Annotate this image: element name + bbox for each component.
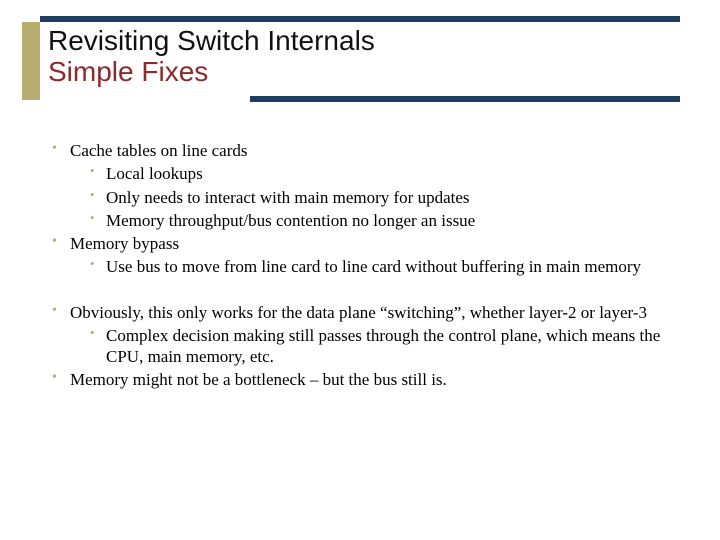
title-rule-bottom bbox=[250, 96, 680, 102]
bullet-text: Only needs to interact with main memory … bbox=[106, 188, 470, 207]
section-gap bbox=[52, 280, 692, 302]
title-line-1: Revisiting Switch Internals bbox=[48, 26, 688, 57]
bullet-text: Memory throughput/bus contention no long… bbox=[106, 211, 475, 230]
bullet-text: Memory bypass bbox=[70, 234, 179, 253]
bullet-text: Memory might not be a bottleneck – but t… bbox=[70, 370, 447, 389]
bullet-text: Obviously, this only works for the data … bbox=[70, 303, 647, 322]
title-line-2: Simple Fixes bbox=[48, 57, 688, 88]
sub-list: Use bus to move from line card to line c… bbox=[90, 256, 692, 277]
slide: Revisiting Switch Internals Simple Fixes… bbox=[0, 0, 720, 540]
list-item: Memory throughput/bus contention no long… bbox=[90, 210, 692, 231]
bullet-text: Complex decision making still passes thr… bbox=[106, 326, 660, 366]
list-item: Memory bypass Use bus to move from line … bbox=[52, 233, 692, 278]
title-rule-top bbox=[40, 16, 680, 22]
list-item: Cache tables on line cards Local lookups… bbox=[52, 140, 692, 231]
bullet-text: Use bus to move from line card to line c… bbox=[106, 257, 641, 276]
bullet-text: Cache tables on line cards bbox=[70, 141, 248, 160]
bullet-group-1: Cache tables on line cards Local lookups… bbox=[52, 140, 692, 278]
list-item: Complex decision making still passes thr… bbox=[90, 325, 692, 368]
title-accent-bar bbox=[22, 22, 40, 100]
list-item: Local lookups bbox=[90, 163, 692, 184]
list-item: Memory might not be a bottleneck – but t… bbox=[52, 369, 692, 390]
bullet-group-2: Obviously, this only works for the data … bbox=[52, 302, 692, 391]
bullet-text: Local lookups bbox=[106, 164, 203, 183]
slide-title: Revisiting Switch Internals Simple Fixes bbox=[48, 26, 688, 88]
list-item: Use bus to move from line card to line c… bbox=[90, 256, 692, 277]
list-item: Obviously, this only works for the data … bbox=[52, 302, 692, 368]
slide-body: Cache tables on line cards Local lookups… bbox=[52, 140, 692, 393]
list-item: Only needs to interact with main memory … bbox=[90, 187, 692, 208]
sub-list: Local lookups Only needs to interact wit… bbox=[90, 163, 692, 231]
sub-list: Complex decision making still passes thr… bbox=[90, 325, 692, 368]
